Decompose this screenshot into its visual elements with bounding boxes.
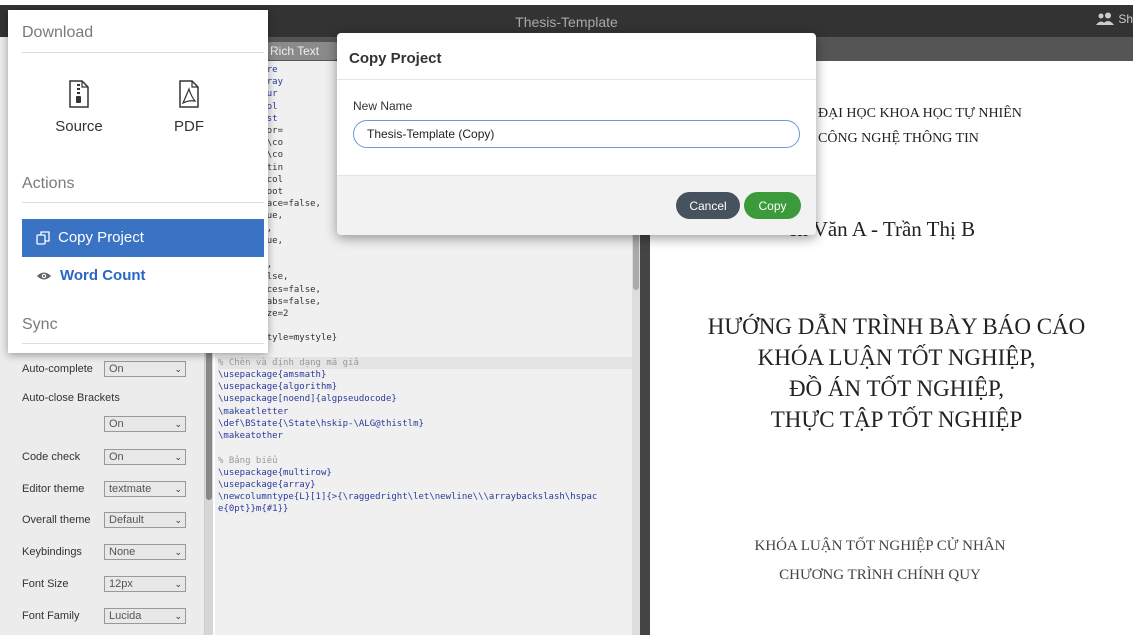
code-line: \usepackage{array} <box>218 479 316 490</box>
new-name-label: New Name <box>353 99 413 113</box>
font-family-select[interactable]: Lucida ⌄ <box>104 608 186 624</box>
download-actions-menu: Download Source PDF Actions Copy Project <box>8 10 268 353</box>
editor-theme-select[interactable]: textmate ⌄ <box>104 481 186 497</box>
code-line: \usepackage[noend]{algpseudocode} <box>218 394 397 405</box>
copy-project-label: Copy Project <box>58 229 144 246</box>
auto-close-brackets-label: Auto-close Brackets <box>22 392 120 404</box>
university-line-2: CÔNG NGHỆ THÔNG TIN <box>818 131 979 146</box>
code-check-value: On <box>109 451 124 463</box>
rich-text-toggle[interactable]: Rich Text <box>262 42 342 60</box>
copy-icon <box>36 231 50 245</box>
chevron-down-icon: ⌄ <box>174 611 182 621</box>
title-line: THỰC TẬP TỐT NGHIỆP <box>770 407 1023 432</box>
font-family-value: Lucida <box>109 610 142 622</box>
code-line: % Chèn và định dạng mã giả <box>218 356 633 370</box>
thesis-title: HƯỚNG DẪN TRÌNH BÀY BÁO CÁO KHÓA LUẬN TỐ… <box>660 311 1133 435</box>
font-size-value: 12px <box>109 578 133 590</box>
copy-button[interactable]: Copy <box>744 192 801 219</box>
copy-project-dialog: Copy Project New Name Cancel Copy <box>337 33 816 235</box>
actions-heading: Actions <box>22 175 75 192</box>
pdf-label: PDF <box>174 118 204 135</box>
share-button[interactable]: Sh <box>1096 12 1133 26</box>
code-check-select[interactable]: On ⌄ <box>104 449 186 465</box>
share-label: Sh <box>1118 12 1133 26</box>
auto-close-brackets-select[interactable]: On ⌄ <box>104 416 186 432</box>
authors: ễn Văn A - Trần Thị B <box>788 217 976 241</box>
code-line: \makeatletter <box>218 406 289 417</box>
code-line: \def\BState{\State\hskip-\ALG@thistlm} <box>218 418 424 429</box>
keybindings-value: None <box>109 546 136 558</box>
title-line: KHÓA LUẬN TỐT NGHIỆP, <box>757 345 1036 370</box>
keybindings-select[interactable]: None ⌄ <box>104 544 186 560</box>
chevron-down-icon: ⌄ <box>174 579 182 589</box>
code-line: \usepackage{algorithm} <box>218 382 338 393</box>
cancel-button[interactable]: Cancel <box>676 192 740 219</box>
title-line: ĐỒ ÁN TỐT NGHIỆP, <box>788 376 1005 401</box>
font-size-select[interactable]: 12px ⌄ <box>104 576 186 592</box>
university-line-1: ĐẠI HỌC KHOA HỌC TỰ NHIÊN <box>818 106 1022 121</box>
editor-theme-value: textmate <box>109 483 152 495</box>
chevron-down-icon: ⌄ <box>174 515 182 525</box>
code-line: \usepackage{multirow} <box>218 467 332 478</box>
divider <box>22 52 264 53</box>
auto-complete-value: On <box>109 363 124 375</box>
code-line: e{0pt}}m{#1}} <box>218 504 289 515</box>
chevron-down-icon: ⌄ <box>174 484 182 494</box>
zip-file-icon <box>69 80 89 108</box>
degree-line-2: CHƯƠNG TRÌNH CHÍNH QUY <box>779 567 981 583</box>
download-heading: Download <box>22 24 94 41</box>
overall-theme-select[interactable]: Default ⌄ <box>104 512 186 528</box>
eye-icon <box>37 272 51 280</box>
dialog-title: Copy Project <box>349 50 442 67</box>
title-line: HƯỚNG DẪN TRÌNH BÀY BÁO CÁO <box>707 314 1086 339</box>
code-line: \usepackage{amsmath} <box>218 370 327 381</box>
dialog-footer: Cancel Copy <box>337 175 816 235</box>
download-pdf-button[interactable]: PDF <box>154 80 224 135</box>
overall-theme-value: Default <box>109 514 144 526</box>
auto-close-brackets-value: On <box>109 418 124 430</box>
copy-project-menu-item[interactable]: Copy Project <box>22 219 264 257</box>
divider <box>22 343 264 344</box>
pdf-file-icon <box>179 80 199 108</box>
chevron-down-icon: ⌄ <box>174 419 182 429</box>
chevron-down-icon: ⌄ <box>174 364 182 374</box>
code-line: \makeatother <box>218 431 284 442</box>
code-line: % Bảng biểu <box>218 455 278 466</box>
word-count-label: Word Count <box>60 267 146 284</box>
degree-line-1: KHÓA LUẬN TỐT NGHIỆP CỬ NHÂN <box>754 538 1006 554</box>
new-name-input[interactable] <box>353 120 800 148</box>
sync-heading: Sync <box>22 316 58 333</box>
code-line: \newcolumntype{L}[1]{>{\raggedright\let\… <box>218 492 598 503</box>
users-icon <box>1096 12 1115 25</box>
download-source-button[interactable]: Source <box>44 80 114 135</box>
divider <box>337 79 816 80</box>
auto-complete-select[interactable]: On ⌄ <box>104 361 186 377</box>
source-label: Source <box>55 118 103 135</box>
chevron-down-icon: ⌄ <box>174 452 182 462</box>
word-count-menu-item[interactable]: Word Count <box>22 257 264 295</box>
chevron-down-icon: ⌄ <box>174 547 182 557</box>
divider <box>22 202 264 203</box>
